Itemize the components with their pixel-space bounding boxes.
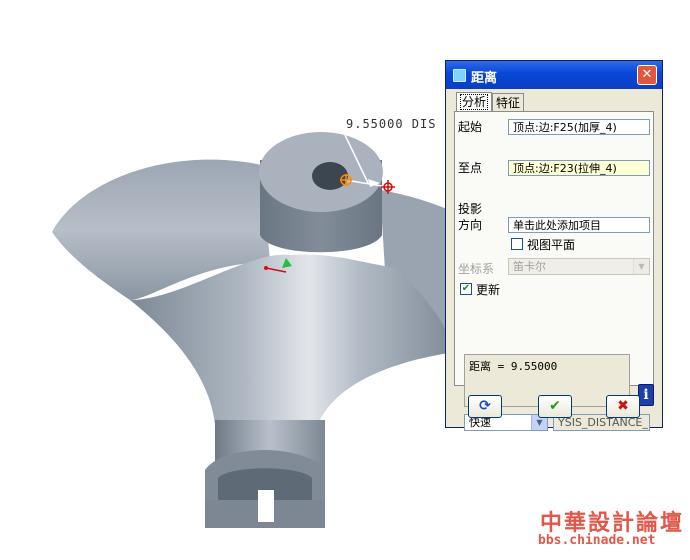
- check-icon: ✔: [461, 283, 471, 294]
- projection-label: 投影: [458, 202, 483, 216]
- dimension-label: 9.55000 DIS: [346, 117, 437, 131]
- ok-button[interactable]: ✔: [538, 395, 572, 418]
- dialog-titlebar[interactable]: 距离 ✕: [446, 61, 662, 89]
- watermark-logo: 中華設計論壇 bbs.chinade.net: [532, 501, 686, 555]
- update-checkbox[interactable]: ✔: [460, 283, 472, 295]
- cancel-button[interactable]: ✖: [606, 395, 640, 418]
- to-field[interactable]: 顶点:边:F23(拉伸_4): [508, 160, 650, 176]
- close-button[interactable]: ✕: [637, 65, 657, 85]
- result-text: 距离 = 9.55000: [469, 360, 558, 373]
- coord-system-select: 笛卡尔 ▼: [508, 258, 650, 275]
- direction-collector[interactable]: 单击此处添加项目: [508, 217, 650, 233]
- update-label: 更新: [476, 283, 501, 297]
- x-icon: ✖: [617, 398, 629, 414]
- repeat-icon: ⟳: [479, 398, 491, 414]
- direction-label: 方向: [458, 218, 483, 232]
- dialog-title: 距离: [471, 71, 498, 86]
- checkmark-icon: ✔: [549, 398, 561, 414]
- coord-system-value: 笛卡尔: [513, 260, 546, 273]
- analysis-panel: 起始 顶点:边:F25(加厚_4) 至点 顶点:边:F23(拉伸_4) 投影 方…: [454, 111, 654, 431]
- repeat-button[interactable]: ⟳: [468, 395, 502, 418]
- info-icon[interactable]: i: [638, 384, 654, 406]
- to-label: 至点: [458, 161, 483, 175]
- view-plane-checkbox[interactable]: [511, 238, 523, 250]
- tab-analysis-label: 分析: [460, 94, 489, 110]
- distance-dialog: 距离 ✕ 分析 特征 起始 顶点:边:F25(加厚_4) 至点 顶点:边:F23…: [445, 60, 663, 431]
- coord-system-label: 坐标系: [458, 262, 495, 276]
- view-plane-label: 视图平面: [527, 238, 576, 252]
- watermark-url: bbs.chinade.net: [538, 533, 656, 548]
- from-label: 起始: [458, 120, 483, 134]
- chevron-down-icon: ▼: [633, 259, 649, 274]
- tab-features[interactable]: 特征: [492, 93, 525, 112]
- app-icon: [453, 69, 466, 82]
- from-field[interactable]: 顶点:边:F25(加厚_4): [508, 119, 650, 135]
- tab-analysis[interactable]: 分析: [456, 92, 493, 113]
